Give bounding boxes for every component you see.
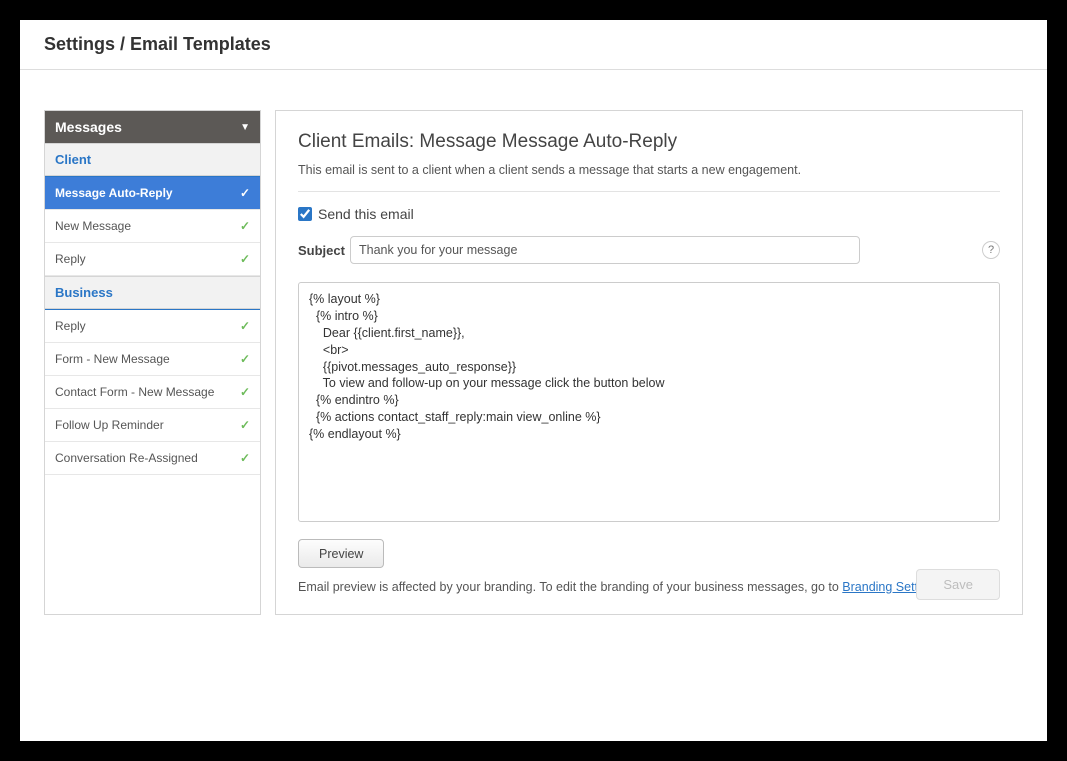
sidebar-header[interactable]: Messages ▼ xyxy=(45,111,260,143)
check-icon: ✓ xyxy=(240,352,250,366)
check-icon: ✓ xyxy=(240,451,250,465)
sidebar-item-new-message[interactable]: New Message ✓ xyxy=(45,210,260,243)
subject-input[interactable] xyxy=(350,236,860,264)
note-text: Email preview is affected by your brandi… xyxy=(298,580,842,594)
sidebar-category-client[interactable]: Client xyxy=(45,143,260,176)
template-editor[interactable] xyxy=(298,282,1000,522)
sidebar-item-label: Message Auto-Reply xyxy=(55,186,173,200)
check-icon: ✓ xyxy=(240,418,250,432)
sidebar-item-contact-form-new-message[interactable]: Contact Form - New Message ✓ xyxy=(45,376,260,409)
help-icon[interactable]: ? xyxy=(982,241,1000,259)
sidebar-item-message-auto-reply[interactable]: Message Auto-Reply ✓ xyxy=(45,177,260,210)
sidebar-item-label: New Message xyxy=(55,219,131,233)
send-email-label: Send this email xyxy=(318,206,414,222)
check-icon: ✓ xyxy=(240,252,250,266)
sidebar-item-label: Reply xyxy=(55,252,86,266)
sidebar-item-label: Form - New Message xyxy=(55,352,170,366)
main-description: This email is sent to a client when a cl… xyxy=(298,163,1000,177)
sidebar-item-label: Reply xyxy=(55,319,86,333)
subject-label: Subject xyxy=(298,243,350,258)
main-title: Client Emails: Message Message Auto-Repl… xyxy=(298,131,1000,153)
sidebar-item-follow-up-reminder[interactable]: Follow Up Reminder ✓ xyxy=(45,409,260,442)
sidebar-item-label: Conversation Re-Assigned xyxy=(55,451,198,465)
sidebar-title: Messages xyxy=(55,119,122,135)
check-icon: ✓ xyxy=(240,385,250,399)
divider xyxy=(298,191,1000,192)
preview-button[interactable]: Preview xyxy=(298,539,384,568)
sidebar-item-form-new-message[interactable]: Form - New Message ✓ xyxy=(45,343,260,376)
sidebar: Messages ▼ Client Message Auto-Reply ✓ N… xyxy=(44,110,261,615)
sidebar-item-biz-reply[interactable]: Reply ✓ xyxy=(45,310,260,343)
sidebar-category-business[interactable]: Business xyxy=(45,276,260,309)
check-icon: ✓ xyxy=(240,186,250,200)
save-button[interactable]: Save xyxy=(916,569,1000,600)
sidebar-item-conversation-reassigned[interactable]: Conversation Re-Assigned ✓ xyxy=(45,442,260,475)
sidebar-item-label: Follow Up Reminder xyxy=(55,418,164,432)
page-title: Settings / Email Templates xyxy=(44,34,1023,55)
main-panel: Client Emails: Message Message Auto-Repl… xyxy=(275,110,1023,615)
check-icon: ✓ xyxy=(240,219,250,233)
caret-down-icon: ▼ xyxy=(240,122,250,133)
sidebar-item-label: Contact Form - New Message xyxy=(55,385,214,399)
check-icon: ✓ xyxy=(240,319,250,333)
page-header: Settings / Email Templates xyxy=(20,20,1047,70)
branding-note: Email preview is affected by your brandi… xyxy=(298,580,1000,594)
send-email-checkbox[interactable] xyxy=(298,207,312,221)
sidebar-item-reply[interactable]: Reply ✓ xyxy=(45,243,260,276)
